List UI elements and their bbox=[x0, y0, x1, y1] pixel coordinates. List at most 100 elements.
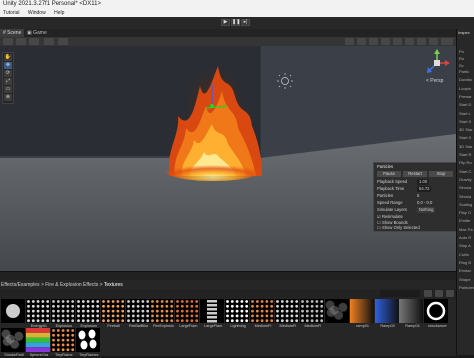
asset-item[interactable]: Ramp04 bbox=[399, 299, 425, 329]
inspector-field-label: Shape bbox=[459, 276, 471, 282]
asset-item[interactable]: LargeFlam bbox=[200, 299, 226, 329]
rotate-tool-icon[interactable]: ⟳ bbox=[4, 70, 12, 77]
scale-tool-icon[interactable]: ⤢ bbox=[4, 78, 12, 85]
asset-item[interactable]: FireBallBlur bbox=[125, 299, 152, 329]
particles-panel-title: Particles bbox=[377, 164, 455, 170]
playback-speed-field[interactable]: 1.00 bbox=[417, 179, 430, 185]
orientation-gizmo-icon[interactable]: < Persp bbox=[422, 48, 452, 90]
inspector-field-label: Po bbox=[459, 49, 464, 54]
inspector-field-label: Start D bbox=[459, 102, 472, 108]
asset-item[interactable]: MediumFl bbox=[250, 299, 276, 329]
effects-toggle-icon[interactable] bbox=[393, 38, 402, 45]
audio-toggle-icon[interactable] bbox=[381, 38, 390, 45]
pause-button[interactable]: ❚❚ bbox=[231, 19, 240, 26]
asset-item[interactable]: ramp01 bbox=[349, 299, 376, 329]
menu-item-window[interactable]: Window bbox=[28, 10, 46, 16]
restart-particles-button[interactable]: Restart bbox=[403, 171, 427, 177]
scene-tab-bar: # Scene ▣ Game bbox=[0, 29, 456, 37]
asset-thumbnail bbox=[250, 299, 274, 323]
asset-item[interactable]: Energy01 bbox=[25, 299, 52, 329]
menu-item-tutorial[interactable]: Tutorial bbox=[3, 10, 20, 16]
pivot-toggle-icon[interactable] bbox=[16, 38, 26, 45]
speed-range-value: 0.0 - 0.0 bbox=[417, 200, 433, 205]
asset-item[interactable]: MediumFl bbox=[274, 299, 301, 329]
asset-thumbnail bbox=[175, 299, 200, 323]
asset-item[interactable] bbox=[324, 299, 351, 324]
inspector-field-label: Simula bbox=[459, 185, 472, 191]
grid-snap-icon[interactable] bbox=[44, 38, 54, 45]
asset-name: Lightning bbox=[230, 324, 246, 328]
asset-item[interactable]: Explosion bbox=[50, 299, 77, 329]
perspective-label[interactable]: < Persp bbox=[426, 78, 444, 84]
menu-item-help[interactable]: Help bbox=[54, 10, 64, 16]
2d-toggle-icon[interactable] bbox=[357, 38, 366, 45]
asset-thumbnail bbox=[25, 299, 50, 323]
inspector-field-label: Ro bbox=[459, 56, 465, 61]
asset-thumbnail bbox=[324, 299, 349, 323]
asset-name: SmokeParti bbox=[4, 353, 24, 357]
asset-item[interactable]: TinyFlames bbox=[75, 328, 102, 358]
asset-item[interactable]: Lightning bbox=[225, 299, 251, 329]
playback-time-field[interactable]: 54.72 bbox=[417, 186, 432, 192]
rect-tool-icon[interactable]: ▭ bbox=[4, 86, 12, 93]
asset-name: MediumFl bbox=[254, 324, 272, 328]
stop-particles-button[interactable]: Stop bbox=[429, 171, 453, 177]
asset-item[interactable]: FireExplosio bbox=[150, 299, 176, 329]
asset-thumbnail bbox=[225, 299, 250, 323]
inspector-field-label: Gravity bbox=[459, 176, 472, 182]
inspector-field-label: Emissi bbox=[459, 268, 471, 274]
scene-viewport[interactable]: ✋ ✥ ⟳ ⤢ ▭ ⊕ < Persp Particles Pause Rest… bbox=[0, 46, 456, 271]
asset-name: FireBallBlur bbox=[128, 324, 149, 328]
asset-name: MediumFl bbox=[279, 324, 297, 328]
draw-mode-icon[interactable] bbox=[345, 38, 354, 45]
asset-name: ramp01 bbox=[356, 324, 370, 328]
tab-game[interactable]: ▣ Game bbox=[24, 29, 50, 37]
lighting-toggle-icon[interactable] bbox=[369, 38, 378, 45]
asset-item[interactable]: shockwave bbox=[424, 299, 450, 329]
asset-item[interactable]: Fireball bbox=[100, 299, 127, 329]
scene-view-toolbar bbox=[0, 37, 456, 46]
asset-name: LargeFlam bbox=[179, 324, 198, 328]
show-only-selected-row[interactable]: ☐ Show Only Selected bbox=[377, 225, 455, 231]
view-tool-icon[interactable]: ✋ bbox=[4, 54, 12, 61]
global-toggle-icon[interactable] bbox=[29, 38, 39, 45]
asset-item[interactable] bbox=[1, 299, 27, 324]
show-only-selected-checkbox[interactable]: ☐ bbox=[377, 225, 381, 230]
asset-thumbnail bbox=[349, 299, 374, 323]
game-tab-icon: ▣ bbox=[27, 30, 32, 36]
play-button[interactable]: ▶ bbox=[221, 19, 230, 26]
asset-name: Ramp03 bbox=[380, 324, 395, 328]
asset-item[interactable]: MediumFl bbox=[299, 299, 326, 329]
inspector-tab[interactable]: Inspec bbox=[458, 30, 470, 35]
hidden-objects-icon[interactable] bbox=[405, 38, 414, 45]
tab-scene[interactable]: # Scene bbox=[0, 29, 25, 37]
asset-item[interactable]: SphereGra bbox=[25, 328, 52, 358]
inspector-field-label: Start S bbox=[459, 135, 472, 141]
asset-thumbnail bbox=[1, 328, 25, 352]
inspector-field-label: Partic bbox=[459, 69, 470, 74]
scene-tab-icon: # bbox=[3, 30, 6, 36]
asset-item[interactable]: Ramp03 bbox=[374, 299, 401, 329]
particles-count-value: 5 bbox=[417, 193, 420, 198]
asset-thumbnail bbox=[75, 299, 100, 323]
step-button[interactable]: ▸| bbox=[241, 19, 250, 26]
simulate-layers-dropdown[interactable]: Nothing bbox=[417, 207, 436, 213]
move-tool-icon[interactable]: ✥ bbox=[4, 62, 12, 69]
camera-settings-icon[interactable] bbox=[417, 38, 426, 45]
asset-name: SphereGra bbox=[29, 353, 49, 357]
snap-increment-icon[interactable] bbox=[58, 38, 68, 45]
asset-item[interactable]: SmokeParti bbox=[1, 328, 27, 358]
asset-item[interactable]: Explosion bbox=[75, 299, 102, 329]
gizmos-toggle-icon[interactable] bbox=[429, 38, 438, 45]
asset-name: MediumFl bbox=[304, 324, 322, 328]
inspector-field-label: Sc bbox=[459, 63, 464, 68]
pause-particles-button[interactable]: Pause bbox=[377, 171, 401, 177]
transform-tool-icon[interactable]: ⊕ bbox=[4, 94, 12, 101]
asset-item[interactable]: LargeFlam bbox=[175, 299, 201, 329]
resimulate-checkbox[interactable]: ☑ bbox=[377, 214, 381, 219]
asset-item[interactable]: TinyFlame bbox=[50, 328, 77, 358]
inspector-field-label: Ring B bbox=[459, 259, 472, 265]
hand-tool-icon[interactable] bbox=[3, 38, 13, 45]
asset-thumbnail bbox=[374, 299, 399, 323]
search-icon[interactable] bbox=[441, 38, 453, 45]
